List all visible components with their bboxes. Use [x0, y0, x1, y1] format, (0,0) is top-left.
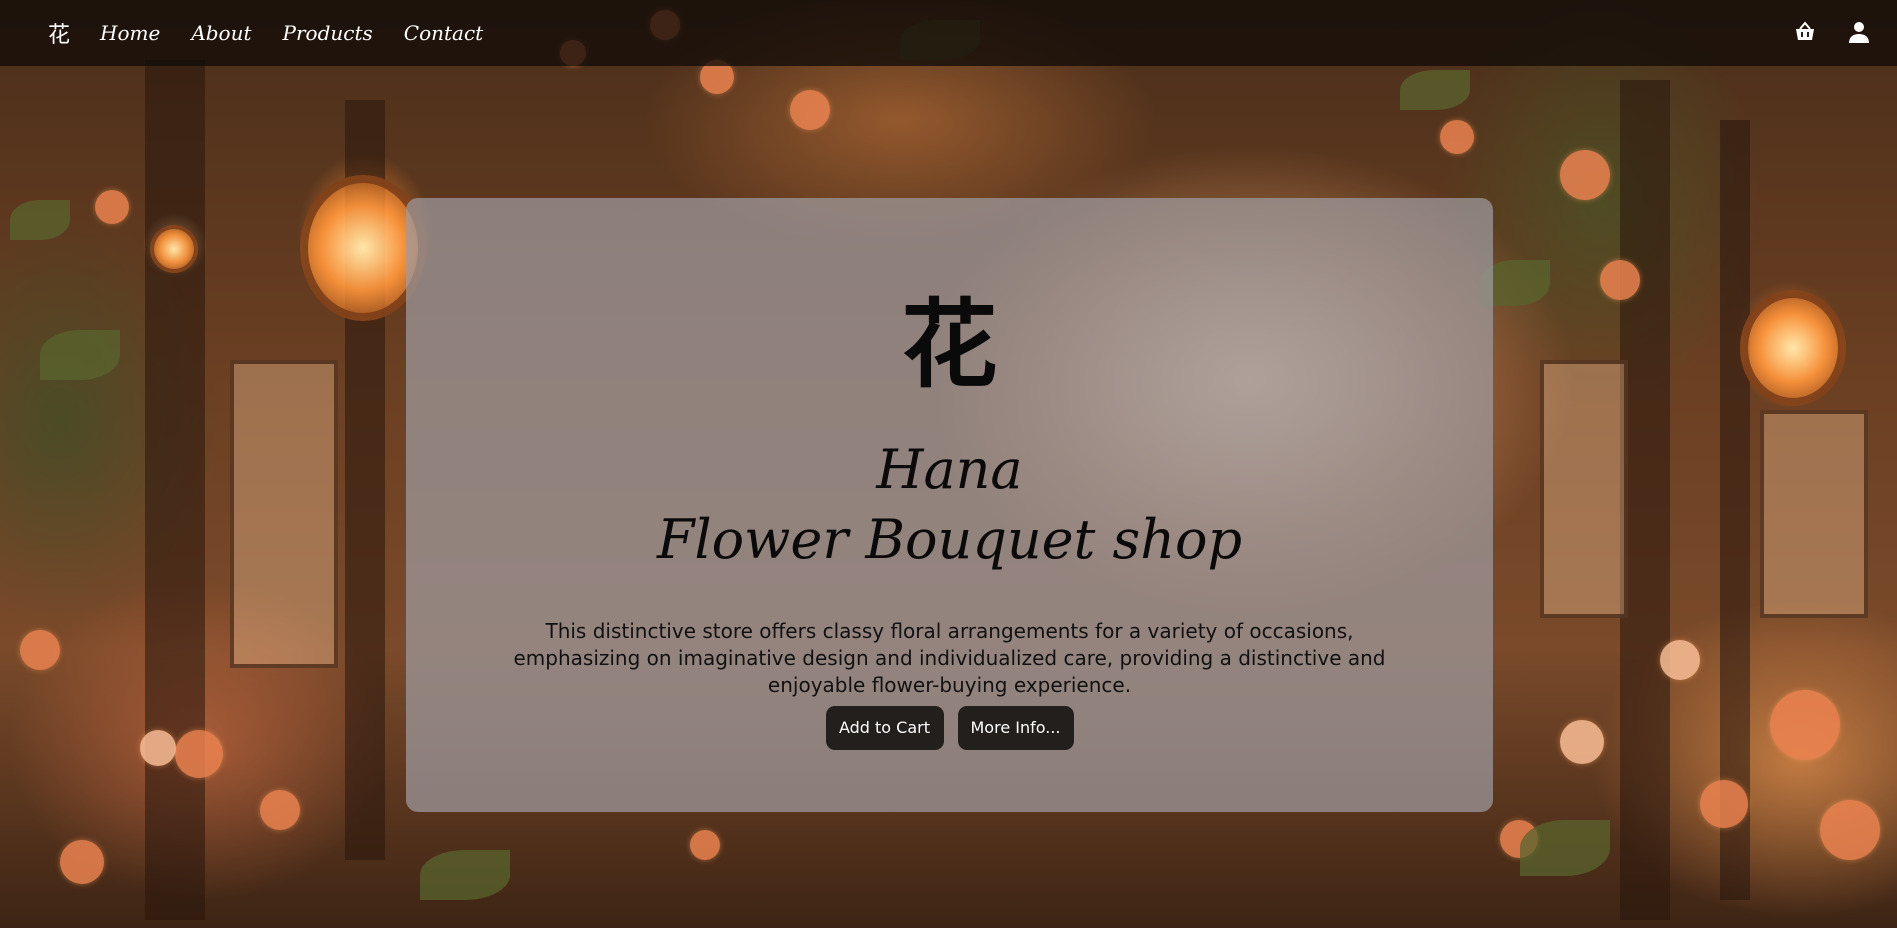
nav-link-home[interactable]: Home: [100, 21, 160, 45]
user-icon[interactable]: [1847, 20, 1871, 44]
hero-description: This distinctive store offers classy flo…: [513, 619, 1386, 697]
hero-buttons: Add to Cart More Info...: [406, 706, 1493, 750]
hero-kanji: 花: [901, 288, 998, 401]
nav-links: Home About Products Contact: [100, 21, 514, 45]
hero-title-line1: Hana: [876, 438, 1023, 501]
add-to-cart-button[interactable]: Add to Cart: [825, 706, 944, 750]
hero-title-line2: Flower Bouquet shop: [656, 508, 1243, 571]
more-info-button[interactable]: More Info...: [957, 706, 1074, 750]
hero-card: 花 Hana Flower Bouquet shop This distinct…: [406, 198, 1493, 812]
top-navbar: 花 Home About Products Contact: [0, 0, 1897, 66]
nav-link-products[interactable]: Products: [283, 21, 373, 45]
nav-icons: [1793, 20, 1871, 44]
nav-link-about[interactable]: About: [191, 21, 251, 45]
basket-icon[interactable]: [1793, 20, 1817, 44]
logo[interactable]: 花: [48, 17, 70, 49]
nav-link-contact[interactable]: Contact: [404, 21, 483, 45]
